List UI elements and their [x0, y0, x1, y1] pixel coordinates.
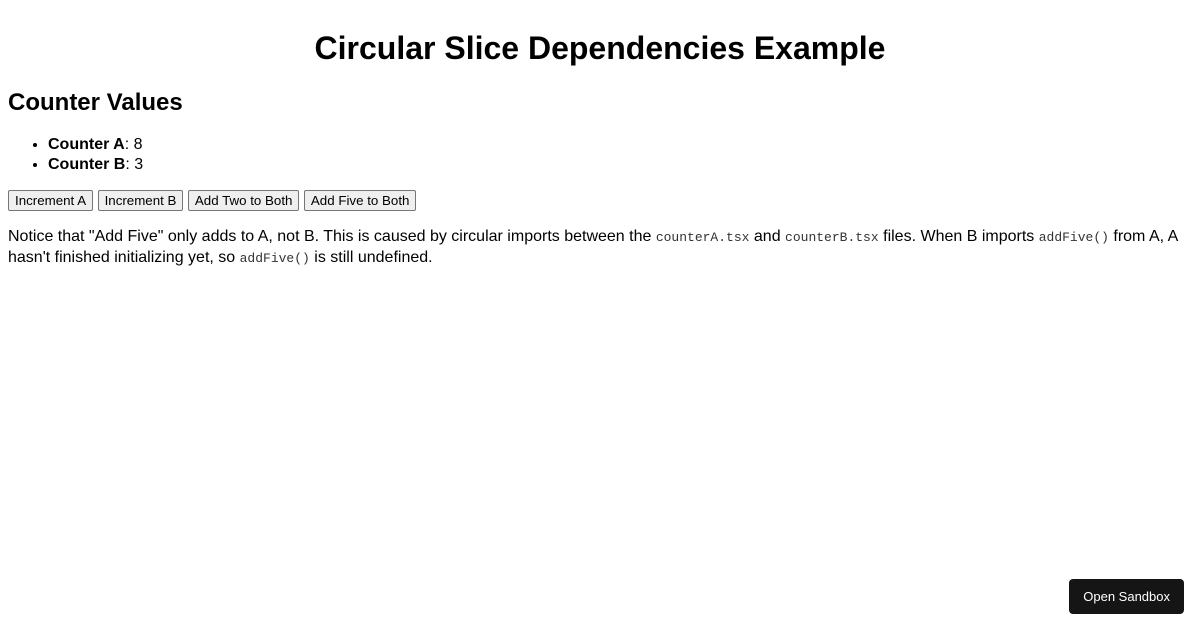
counter-list: Counter A: 8 Counter B: 3	[8, 135, 1192, 174]
description-text: files. When B imports	[879, 228, 1039, 245]
description-text: and	[749, 228, 785, 245]
counter-a-separator: :	[125, 136, 134, 153]
counter-b-separator: :	[125, 156, 134, 173]
counter-b-label: Counter B	[48, 156, 125, 173]
list-item: Counter A: 8	[48, 135, 1192, 154]
description-text: is still undefined.	[310, 249, 433, 266]
counter-a-label: Counter A	[48, 136, 125, 153]
button-row: Increment A Increment B Add Two to Both …	[8, 190, 1192, 211]
list-item: Counter B: 3	[48, 155, 1192, 174]
add-five-button[interactable]: Add Five to Both	[304, 190, 417, 211]
counter-b-value: 3	[134, 156, 143, 173]
description-text: Notice that "Add Five" only adds to A, n…	[8, 228, 656, 245]
code-filename: counterA.tsx	[656, 230, 750, 245]
code-filename: counterB.tsx	[785, 230, 879, 245]
code-function: addFive()	[1039, 230, 1109, 245]
section-heading: Counter Values	[8, 89, 1192, 117]
page-title: Circular Slice Dependencies Example	[8, 30, 1192, 67]
open-sandbox-button[interactable]: Open Sandbox	[1069, 579, 1184, 614]
description-paragraph: Notice that "Add Five" only adds to A, n…	[8, 227, 1192, 269]
increment-a-button[interactable]: Increment A	[8, 190, 93, 211]
increment-b-button[interactable]: Increment B	[98, 190, 184, 211]
code-function: addFive()	[240, 251, 310, 266]
add-two-button[interactable]: Add Two to Both	[188, 190, 300, 211]
counter-a-value: 8	[134, 136, 143, 153]
